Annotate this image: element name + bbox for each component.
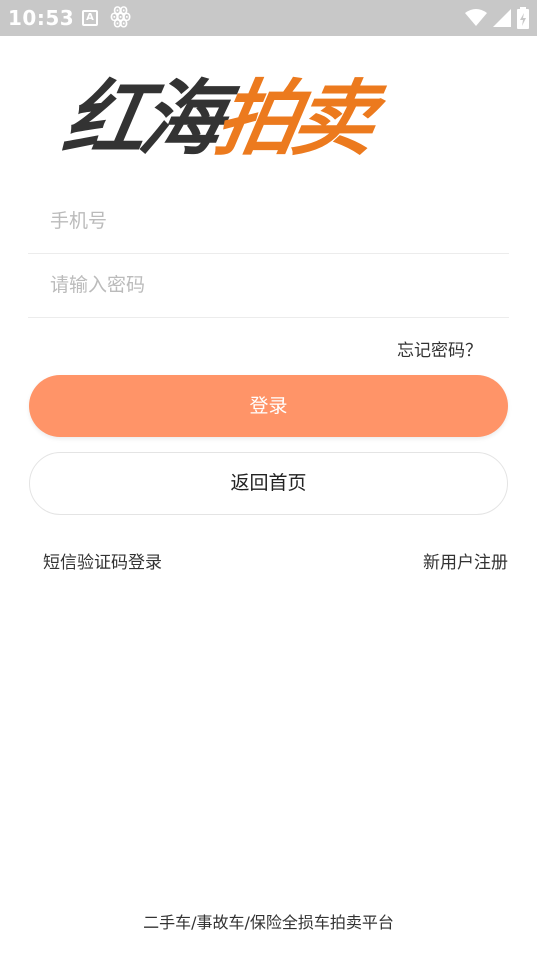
logo-text-accent: 拍卖 [208, 72, 378, 167]
status-icons [465, 6, 529, 30]
logo-text-dark: 红海 [56, 72, 226, 167]
battery-icon [517, 7, 529, 29]
phone-input[interactable] [50, 190, 490, 252]
phone-field-row [28, 190, 509, 254]
status-time: 10:53 [8, 6, 75, 30]
signal-icon [493, 9, 511, 27]
footer-tagline: 二手车/事故车/保险全损车拍卖平台 [143, 913, 394, 932]
sms-login-link[interactable]: 短信验证码登录 [43, 548, 162, 573]
forgot-password-link[interactable]: 忘记密码？ [397, 336, 482, 361]
back-home-button[interactable]: 返回首页 [29, 452, 508, 515]
app-logo: 红海拍卖 [56, 70, 484, 170]
login-button[interactable]: 登录 [29, 375, 508, 437]
wifi-icon [465, 9, 487, 26]
password-field-row [28, 254, 509, 318]
notification-a-icon: A [82, 10, 98, 26]
bug-icon: ꙮ [110, 4, 132, 29]
status-bar: 10:53 A ꙮ [0, 0, 537, 36]
register-link[interactable]: 新用户注册 [423, 548, 508, 573]
password-input[interactable] [50, 254, 490, 316]
